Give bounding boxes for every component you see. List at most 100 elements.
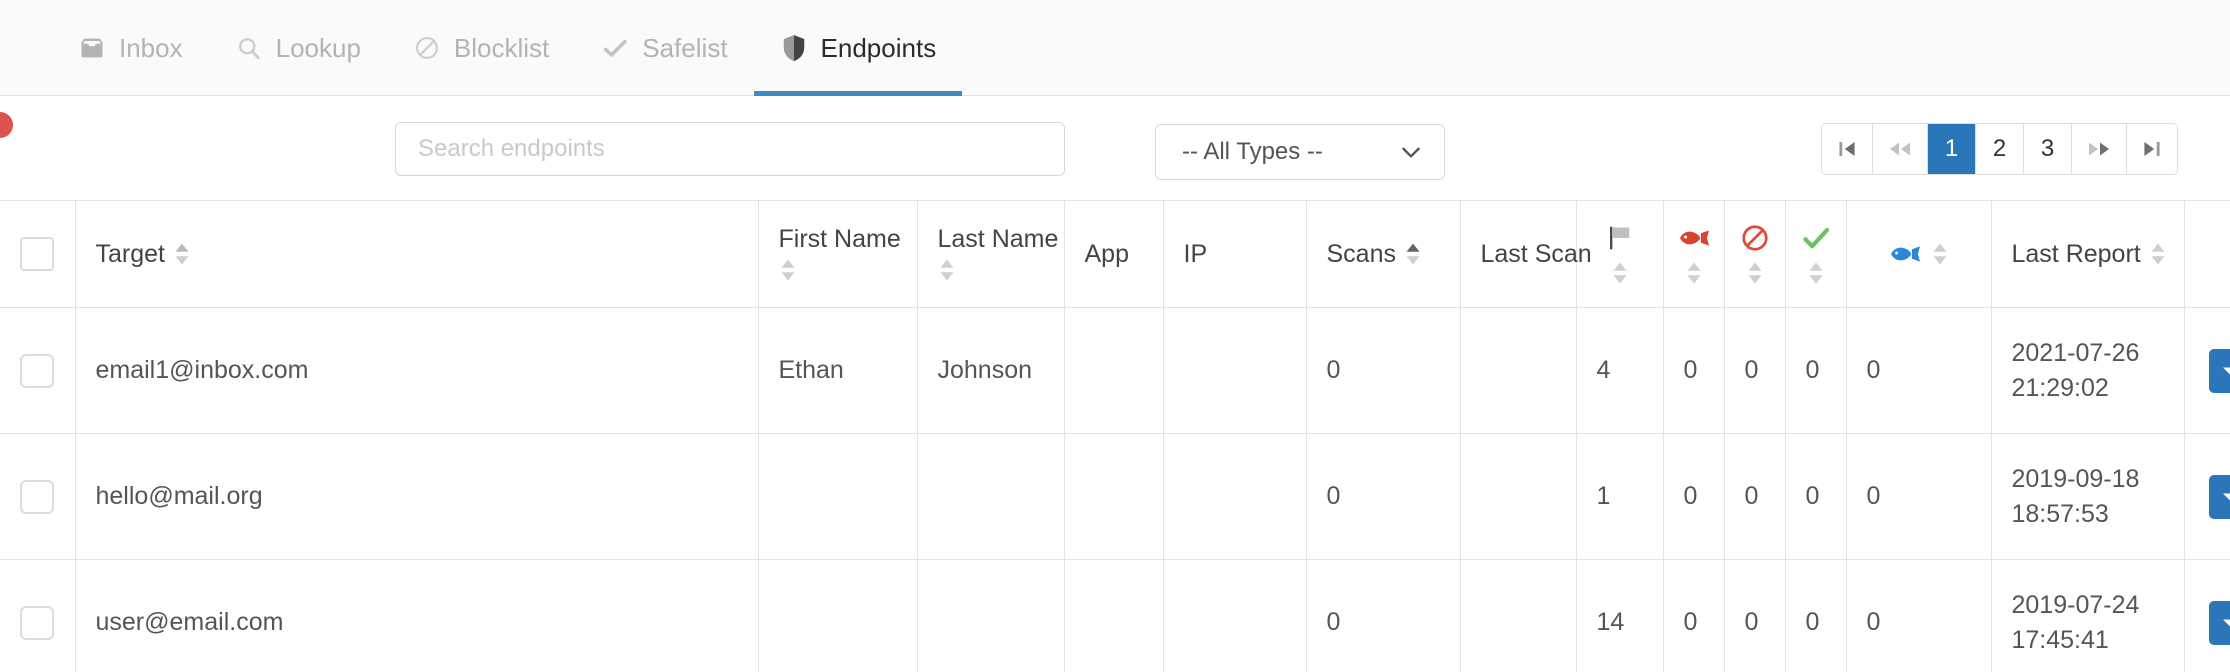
type-filter-select[interactable]: -- All Types -- bbox=[1155, 124, 1445, 180]
pagination-first-button[interactable] bbox=[1822, 124, 1873, 174]
flag-icon bbox=[1605, 222, 1635, 254]
column-header-safe[interactable] bbox=[1785, 200, 1847, 308]
sort-toggle-icon[interactable] bbox=[173, 241, 191, 267]
last-scan-value bbox=[1461, 444, 1576, 550]
tab-label: Safelist bbox=[642, 32, 728, 63]
safe-count-value: 0 bbox=[1805, 482, 1820, 510]
tab-lookup[interactable]: Lookup bbox=[209, 0, 387, 96]
red-fish-count-value: 0 bbox=[1683, 608, 1698, 636]
cell-last-name: Johnson bbox=[917, 307, 1065, 434]
first-name-value bbox=[759, 444, 917, 550]
red-fish-icon bbox=[1678, 222, 1710, 254]
tab-label: Endpoints bbox=[820, 32, 937, 63]
pagination-prev-button[interactable] bbox=[1873, 124, 1928, 174]
blue-fish-count-value: 0 bbox=[1866, 608, 1881, 636]
cell-target: email1@inbox.com bbox=[75, 307, 759, 434]
cell-first-name: Ethan bbox=[758, 307, 918, 434]
sort-toggle-icon[interactable] bbox=[1611, 260, 1629, 286]
sort-toggle-icon[interactable] bbox=[1746, 260, 1764, 286]
column-header-target[interactable]: Target bbox=[75, 200, 759, 308]
sort-toggle-icon[interactable] bbox=[938, 257, 956, 283]
select-all-checkbox[interactable] bbox=[20, 237, 55, 271]
cell-last-name bbox=[917, 559, 1065, 672]
red-fish-count-value: 0 bbox=[1683, 482, 1698, 510]
tab-safelist[interactable]: Safelist bbox=[575, 0, 753, 96]
last-name-value bbox=[918, 570, 1064, 672]
last-page-icon bbox=[2144, 141, 2160, 157]
cell-red-fish-count: 0 bbox=[1663, 559, 1725, 672]
safe-count-value: 0 bbox=[1805, 608, 1820, 636]
column-label: App bbox=[1084, 239, 1129, 268]
column-label: IP bbox=[1183, 239, 1208, 268]
pagination-page-3[interactable]: 3 bbox=[2024, 124, 2072, 174]
flag-count-value: 14 bbox=[1596, 608, 1625, 636]
cell-actions bbox=[2184, 559, 2230, 672]
tab-blocklist[interactable]: Blocklist bbox=[387, 0, 575, 96]
sort-toggle-icon[interactable] bbox=[1931, 241, 1949, 267]
column-header-last-name[interactable]: Last Name bbox=[917, 200, 1065, 308]
shield-icon bbox=[780, 34, 808, 62]
cell-last-report: 2019-07-24 17:45:41 bbox=[1991, 559, 2185, 672]
column-header-blue-fish[interactable] bbox=[1846, 200, 1992, 308]
cell-last-name bbox=[917, 433, 1065, 560]
row-actions-button[interactable] bbox=[2209, 600, 2230, 645]
column-header-scans[interactable]: Scans bbox=[1306, 200, 1461, 308]
scans-value: 0 bbox=[1326, 482, 1341, 510]
cell-target: user@email.com bbox=[75, 559, 759, 672]
column-header-red-fish[interactable] bbox=[1663, 200, 1725, 308]
cell-app bbox=[1064, 307, 1164, 434]
column-header-last-report[interactable]: Last Report bbox=[1991, 200, 2185, 308]
last-name-value: Johnson bbox=[937, 356, 1033, 384]
pagination-page-1[interactable]: 1 bbox=[1928, 124, 1976, 174]
column-label: Last Name bbox=[937, 224, 1059, 253]
blue-fish-count-value: 0 bbox=[1866, 482, 1881, 510]
row-actions-button[interactable] bbox=[2209, 474, 2230, 519]
notification-badge bbox=[0, 112, 13, 138]
sort-toggle-icon[interactable] bbox=[2149, 241, 2167, 267]
cell-flag-count: 1 bbox=[1576, 433, 1664, 560]
row-checkbox[interactable] bbox=[20, 353, 55, 388]
column-header-first-name[interactable]: First Name bbox=[758, 200, 918, 308]
ban-icon bbox=[1740, 222, 1770, 254]
cell-safe-count: 0 bbox=[1785, 433, 1847, 560]
ip-value bbox=[1164, 444, 1306, 550]
prev-page-icon bbox=[1890, 142, 1910, 156]
chevron-down-icon bbox=[1402, 147, 1420, 158]
search-input[interactable] bbox=[395, 122, 1065, 176]
column-header-blocked[interactable] bbox=[1724, 200, 1786, 308]
cell-scans: 0 bbox=[1306, 433, 1461, 560]
cell-last-report: 2019-09-18 18:57:53 bbox=[1991, 433, 2185, 560]
last-scan-value bbox=[1461, 318, 1576, 424]
table-row: email1@inbox.com Ethan Johnson 0 4 0 0 0… bbox=[0, 307, 2230, 434]
sort-toggle-icon[interactable] bbox=[779, 257, 797, 283]
column-label: Last Scan bbox=[1480, 239, 1592, 268]
sort-toggle-icon[interactable] bbox=[1404, 241, 1422, 267]
app-value bbox=[1065, 570, 1163, 672]
tab-endpoints[interactable]: Endpoints bbox=[753, 0, 963, 96]
column-header-select-all bbox=[0, 200, 76, 308]
pagination-page-2[interactable]: 2 bbox=[1976, 124, 2024, 174]
pagination-last-button[interactable] bbox=[2127, 124, 2177, 174]
ip-value bbox=[1164, 570, 1306, 672]
cell-target: hello@mail.org bbox=[75, 433, 759, 560]
first-name-value bbox=[759, 570, 917, 672]
target-value: hello@mail.org bbox=[95, 482, 263, 510]
table-row: hello@mail.org 0 1 0 0 0 0 2019-09-18 18… bbox=[0, 433, 2230, 560]
inbox-icon bbox=[78, 34, 106, 62]
row-select-cell bbox=[0, 559, 76, 672]
endpoints-table-container: Target First Name Last Name App IP Scans bbox=[0, 200, 2230, 672]
cell-last-report: 2021-07-26 21:29:02 bbox=[1991, 307, 2185, 434]
cell-scans: 0 bbox=[1306, 559, 1461, 672]
sort-toggle-icon[interactable] bbox=[1807, 260, 1825, 286]
sort-toggle-icon[interactable] bbox=[1685, 260, 1703, 286]
row-actions-button[interactable] bbox=[2209, 348, 2230, 393]
cell-flag-count: 14 bbox=[1576, 559, 1664, 672]
row-checkbox[interactable] bbox=[20, 605, 55, 640]
pagination-next-button[interactable] bbox=[2072, 124, 2127, 174]
last-report-date: 2019-09-18 bbox=[2011, 465, 2140, 493]
row-checkbox[interactable] bbox=[20, 479, 55, 514]
cell-red-fish-count: 0 bbox=[1663, 307, 1725, 434]
blue-fish-count-value: 0 bbox=[1866, 356, 1881, 384]
table-body: email1@inbox.com Ethan Johnson 0 4 0 0 0… bbox=[0, 307, 2230, 672]
tab-inbox[interactable]: Inbox bbox=[52, 0, 209, 96]
